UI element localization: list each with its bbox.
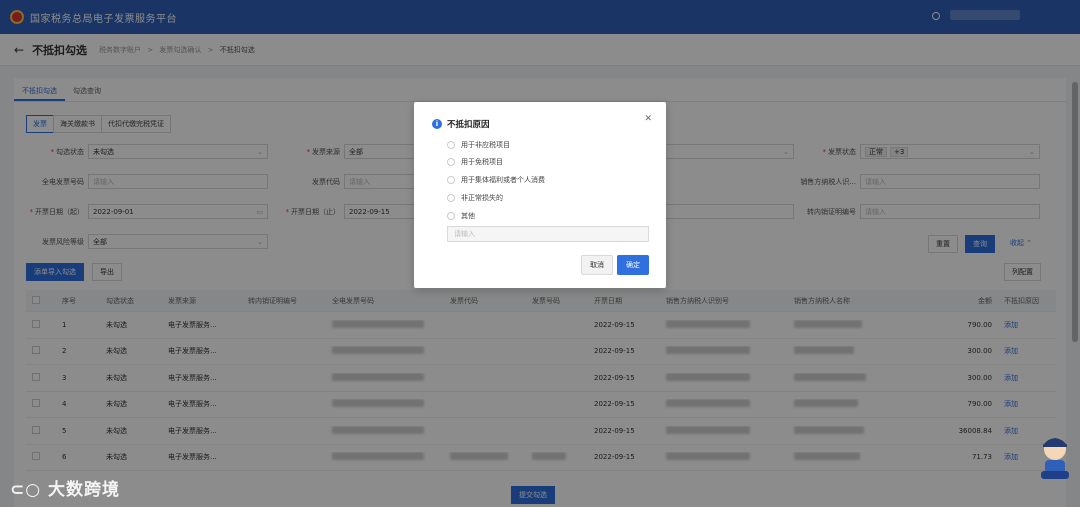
reason-option-non-taxable[interactable]: 用于非应税项目 xyxy=(447,140,510,150)
dialog-title: 不抵扣原因 xyxy=(447,120,490,130)
info-icon: i xyxy=(432,119,442,129)
reason-option-other[interactable]: 其他 xyxy=(447,211,475,221)
radio-button[interactable] xyxy=(447,194,455,202)
radio-button[interactable] xyxy=(447,158,455,166)
assistant-mascot-icon[interactable] xyxy=(1037,433,1073,481)
brand-logo-icon: ⊂○ xyxy=(10,480,48,500)
other-reason-input[interactable]: 请输入 xyxy=(447,226,649,242)
radio-button[interactable] xyxy=(447,212,455,220)
watermark: ⊂○ 大数跨境 xyxy=(10,480,120,500)
confirm-button[interactable]: 确定 xyxy=(617,255,649,275)
reason-option-abnormal-loss[interactable]: 非正常损失的 xyxy=(447,193,503,203)
reason-option-tax-exempt[interactable]: 用于免税项目 xyxy=(447,157,503,167)
reason-option-welfare[interactable]: 用于集体福利或者个人消费 xyxy=(447,175,545,185)
cancel-button[interactable]: 取消 xyxy=(581,255,613,275)
radio-button[interactable] xyxy=(447,176,455,184)
no-deduction-reason-dialog: i 不抵扣原因 ✕ 用于非应税项目 用于免税项目 用于集体福利或者个人消费 非正… xyxy=(414,102,666,288)
radio-button[interactable] xyxy=(447,141,455,149)
close-icon[interactable]: ✕ xyxy=(644,114,652,124)
